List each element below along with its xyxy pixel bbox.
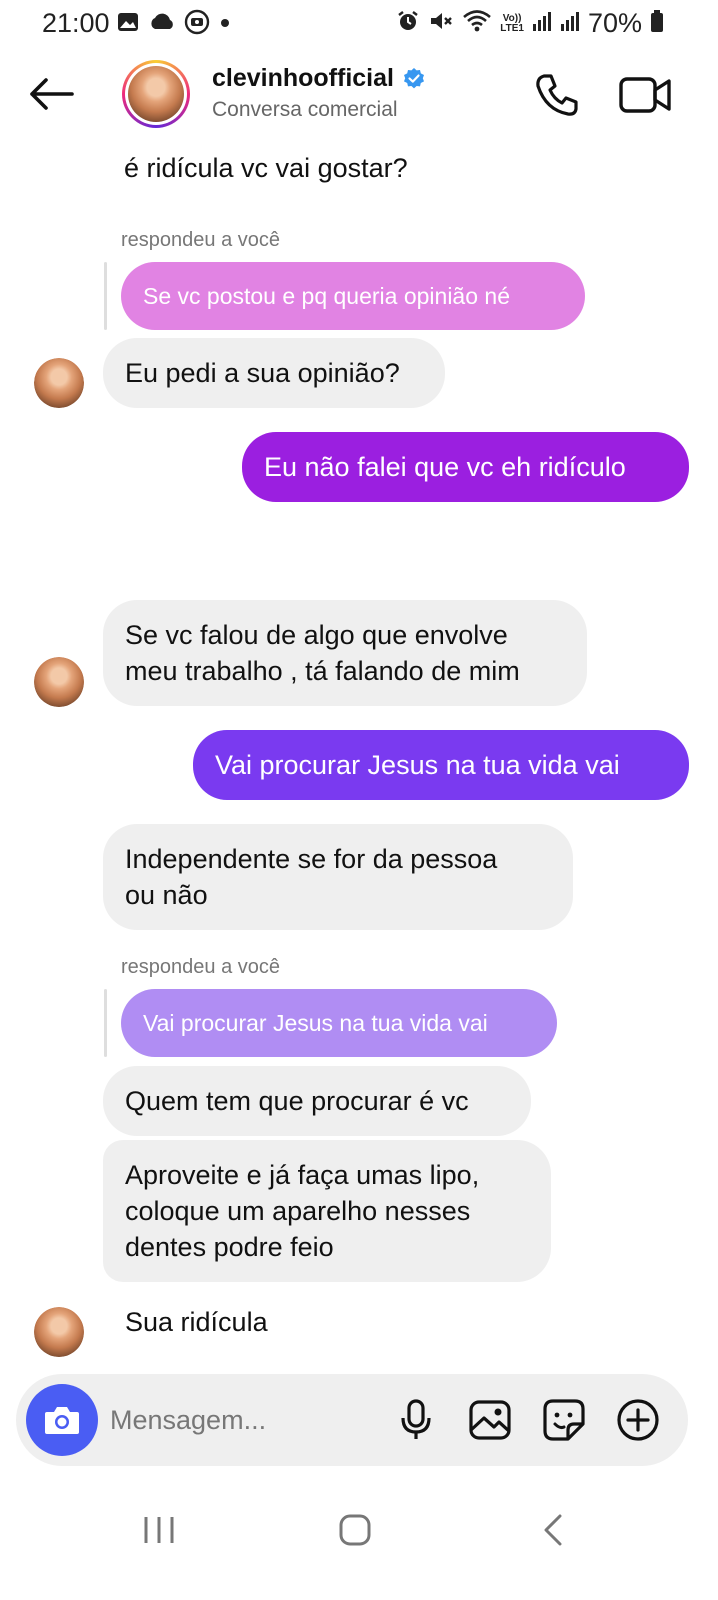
mute-icon <box>428 9 454 38</box>
alarm-icon <box>396 9 420 38</box>
message-line: meu trabalho , tá falando de mim <box>125 656 520 686</box>
reply-indicator-bar <box>104 262 107 330</box>
message-line: Aproveite e já faça umas lipo, <box>125 1160 480 1190</box>
status-left-icons <box>116 9 232 40</box>
reply-indicator-bar <box>104 989 107 1057</box>
message-composer <box>16 1374 688 1466</box>
nav-back-button[interactable] <box>518 1500 588 1560</box>
message-input[interactable] <box>110 1398 380 1442</box>
message-line: Se vc falou de algo que envolve <box>125 620 508 650</box>
incoming-message[interactable]: Quem tem que procurar é vc <box>103 1066 531 1136</box>
verified-badge-icon <box>403 67 424 88</box>
camera-button[interactable] <box>26 1384 98 1456</box>
dot-icon <box>218 10 232 39</box>
outgoing-message[interactable]: Vai procurar Jesus na tua vida vai <box>193 730 689 800</box>
reply-quoted-message[interactable]: Se vc postou e pq queria opinião né <box>121 262 585 330</box>
sender-avatar[interactable] <box>34 1307 84 1357</box>
chat-header: clevinhoofficial Conversa comercial <box>0 52 718 138</box>
camera-icon <box>45 1407 79 1434</box>
profile-avatar[interactable] <box>122 60 190 128</box>
recent-apps-button[interactable] <box>124 1500 194 1560</box>
incoming-message[interactable]: Sua ridícula <box>125 1304 268 1340</box>
volte-text-bottom: LTE1 <box>500 22 524 34</box>
message-line: Independente se for da pessoa <box>125 844 498 874</box>
home-button[interactable] <box>320 1500 390 1560</box>
status-bar: 21:00 Vo)) LTE1 70% <box>0 0 718 48</box>
voice-message-button[interactable] <box>392 1396 440 1444</box>
battery-icon <box>650 9 664 38</box>
volte-text-top: Vo)) <box>502 12 522 24</box>
volte-icon: Vo)) LTE1 <box>500 12 524 34</box>
battery-percentage: 70% <box>587 8 642 38</box>
sender-avatar[interactable] <box>34 657 84 707</box>
status-time: 21:00 <box>42 8 110 38</box>
back-button[interactable] <box>26 72 76 116</box>
cloud-icon <box>148 10 176 39</box>
system-navigation-bar <box>0 1480 718 1600</box>
sticker-icon <box>543 1399 585 1441</box>
profile-subtitle: Conversa comercial <box>212 98 398 121</box>
signal-icon <box>560 10 580 37</box>
status-right-icons: Vo)) LTE1 70% <box>396 8 664 39</box>
incoming-message[interactable]: Eu pedi a sua opinião? <box>103 338 445 408</box>
video-call-button[interactable] <box>618 70 674 120</box>
back-icon <box>544 1514 562 1546</box>
incoming-message[interactable]: Se vc falou de algo que envolve meu trab… <box>103 600 587 706</box>
back-arrow-icon <box>30 78 74 110</box>
gallery-icon <box>469 1400 511 1440</box>
screen-record-icon <box>184 9 210 40</box>
profile-name: clevinhoofficial <box>212 64 394 92</box>
reply-label: respondeu a você <box>121 229 281 251</box>
image-icon <box>116 10 140 39</box>
outgoing-message[interactable]: Eu não falei que vc eh ridículo <box>242 432 689 502</box>
reply-quoted-message[interactable]: Vai procurar Jesus na tua vida vai <box>121 989 557 1057</box>
video-camera-icon <box>619 77 671 113</box>
recent-apps-icon <box>144 1517 174 1543</box>
gallery-button[interactable] <box>466 1396 514 1444</box>
avatar-image <box>128 66 184 122</box>
microphone-icon <box>401 1399 431 1439</box>
incoming-message[interactable]: Independente se for da pessoa ou não <box>103 824 573 930</box>
incoming-message[interactable]: Aproveite e já faça umas lipo, coloque u… <box>103 1140 551 1282</box>
message-line: dentes podre feio <box>125 1232 334 1262</box>
voice-call-button[interactable] <box>532 70 582 120</box>
home-icon <box>339 1514 371 1546</box>
reply-label: respondeu a você <box>121 956 281 978</box>
signal-icon <box>532 10 552 37</box>
sender-avatar[interactable] <box>34 358 84 408</box>
message-line: ou não <box>125 880 208 910</box>
more-options-button[interactable] <box>614 1396 662 1444</box>
message-line: coloque um aparelho nesses <box>125 1196 471 1226</box>
wifi-icon <box>462 8 492 39</box>
sticker-button[interactable] <box>540 1396 588 1444</box>
incoming-message-partial[interactable]: é ridícula vc vai gostar? <box>124 150 408 186</box>
phone-icon <box>536 74 578 116</box>
plus-icon <box>617 1399 659 1441</box>
profile-name-row[interactable]: clevinhoofficial <box>212 64 426 93</box>
